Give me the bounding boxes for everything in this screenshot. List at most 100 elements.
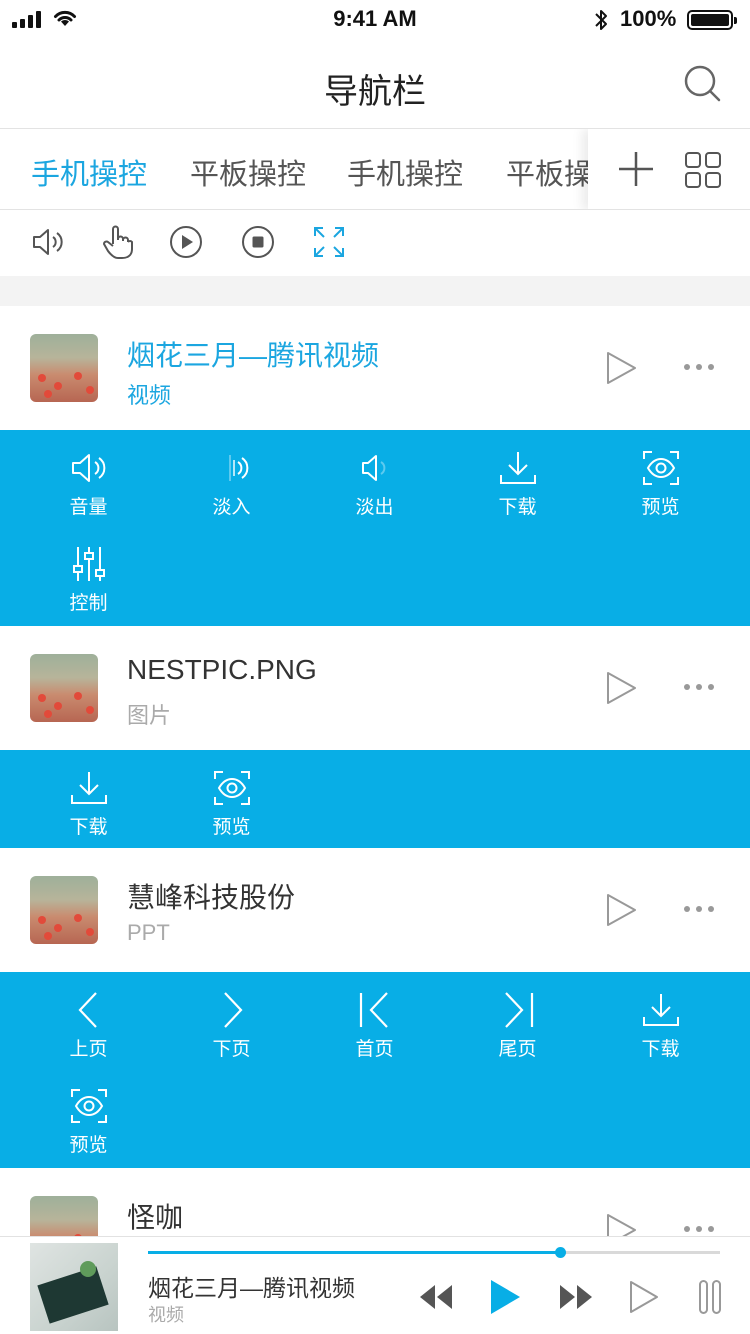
- player-title: 烟花三月—腾讯视频: [148, 1275, 355, 1301]
- sliders-icon: [72, 547, 105, 581]
- last-page-button[interactable]: 尾页: [446, 990, 589, 1061]
- action-panel: 下载 预览: [0, 750, 750, 848]
- next-page-button[interactable]: 下页: [160, 990, 303, 1061]
- volume-button[interactable]: 音量: [17, 448, 160, 519]
- thumbnail-image: [30, 654, 98, 722]
- item-title: NESTPIC.PNG: [127, 654, 317, 685]
- more-icon[interactable]: [684, 364, 714, 370]
- rewind-icon[interactable]: [418, 1282, 454, 1312]
- list-item[interactable]: NESTPIC.PNG 图片: [0, 626, 750, 750]
- action-label: 首页: [355, 1039, 394, 1060]
- item-subtitle: PPT: [127, 920, 170, 945]
- fast-forward-icon[interactable]: [558, 1282, 594, 1312]
- first-page-icon: [359, 992, 388, 1028]
- item-title: 慧峰科技股份: [127, 882, 296, 913]
- preview-eye-icon: [642, 451, 679, 485]
- download-icon: [70, 772, 107, 804]
- bluetooth-icon: [595, 10, 607, 30]
- battery-icon: [687, 10, 737, 30]
- last-page-icon: [504, 992, 533, 1028]
- play-circle-icon[interactable]: [168, 224, 204, 260]
- more-icon[interactable]: [684, 906, 714, 912]
- section-divider: [0, 276, 750, 306]
- item-title: 怪咖: [127, 1202, 184, 1233]
- tab-bar: 手机操控 平板操控 手机操控 平板操控: [0, 129, 750, 210]
- action-label: 尾页: [498, 1039, 537, 1060]
- tab-tablet-control-2[interactable]: 平板操控: [506, 151, 590, 193]
- search-icon[interactable]: [683, 64, 723, 104]
- progress-bar[interactable]: [148, 1247, 720, 1258]
- navigation-bar: 导航栏: [0, 40, 750, 129]
- hand-pointer-icon[interactable]: [101, 224, 135, 260]
- download-button[interactable]: 下载: [17, 768, 160, 839]
- play-icon[interactable]: [604, 350, 638, 386]
- tab-tools: [588, 129, 750, 209]
- action-panel: 上页 下页 首页 尾页 下载 预览: [0, 972, 750, 1168]
- fade-out-icon: [361, 455, 385, 481]
- progress-fill: [148, 1251, 560, 1254]
- control-toolbar: [0, 210, 750, 276]
- volume-icon: [71, 454, 105, 482]
- first-page-button[interactable]: 首页: [303, 990, 446, 1061]
- download-icon: [642, 994, 679, 1026]
- action-label: 淡出: [355, 497, 394, 518]
- item-title: 烟花三月—腾讯视频: [127, 340, 380, 371]
- mini-player: 烟花三月—腾讯视频 视频: [0, 1236, 750, 1334]
- action-label: 预览: [69, 1135, 108, 1156]
- player-subtitle: 视频: [148, 1305, 184, 1325]
- status-bar: 9:41 AM 100%: [0, 0, 750, 40]
- action-label: 预览: [641, 497, 680, 518]
- player-thumbnail: [30, 1243, 118, 1331]
- action-label: 控制: [69, 593, 108, 614]
- action-label: 音量: [69, 497, 108, 518]
- progress-knob[interactable]: [554, 1247, 566, 1258]
- previous-page-button[interactable]: 上页: [17, 990, 160, 1061]
- grid-view-icon[interactable]: [684, 151, 722, 189]
- item-subtitle: 图片: [127, 703, 172, 728]
- preview-eye-icon: [70, 1089, 107, 1123]
- list-item[interactable]: 慧峰科技股份 PPT: [0, 848, 750, 972]
- fade-in-button[interactable]: 淡入: [160, 448, 303, 519]
- tab-strip: 手机操控 平板操控 手机操控 平板操控: [0, 129, 590, 209]
- more-icon[interactable]: [684, 1226, 714, 1232]
- tab-tablet-control[interactable]: 平板操控: [190, 151, 306, 193]
- item-subtitle: 视频: [127, 383, 172, 408]
- action-label: 下载: [641, 1039, 680, 1060]
- add-tab-icon[interactable]: [616, 149, 656, 189]
- thumbnail-image: [30, 334, 98, 402]
- control-button[interactable]: 控制: [17, 544, 160, 615]
- speaker-icon[interactable]: [30, 224, 66, 260]
- play-icon[interactable]: [604, 670, 638, 706]
- chevron-right-icon: [223, 992, 243, 1028]
- action-label: 上页: [69, 1039, 108, 1060]
- action-label: 下页: [212, 1039, 251, 1060]
- preview-button[interactable]: 预览: [160, 768, 303, 839]
- download-icon: [499, 452, 536, 484]
- action-panel: 音量 淡入 淡出 下载 预览 控制: [0, 430, 750, 626]
- pause-icon[interactable]: [698, 1279, 722, 1315]
- stop-circle-icon[interactable]: [240, 224, 276, 260]
- chevron-left-icon: [77, 992, 97, 1028]
- preview-button[interactable]: 预览: [17, 1086, 160, 1157]
- preview-button[interactable]: 预览: [589, 448, 732, 519]
- battery-percentage: 100%: [620, 6, 677, 31]
- preview-eye-icon: [213, 771, 250, 805]
- more-icon[interactable]: [684, 684, 714, 690]
- action-label: 下载: [69, 817, 108, 838]
- play-outline-icon[interactable]: [628, 1279, 660, 1315]
- page-title: 导航栏: [324, 73, 426, 111]
- download-button[interactable]: 下载: [589, 990, 732, 1061]
- thumbnail-image: [30, 876, 98, 944]
- play-icon[interactable]: [488, 1277, 522, 1317]
- action-label: 淡入: [212, 497, 251, 518]
- tab-phone-control-2[interactable]: 手机操控: [347, 151, 463, 193]
- fade-in-icon: [228, 455, 248, 481]
- action-label: 预览: [212, 817, 251, 838]
- fullscreen-icon[interactable]: [311, 224, 347, 260]
- download-button[interactable]: 下载: [446, 448, 589, 519]
- list-item[interactable]: 烟花三月—腾讯视频 视频: [0, 306, 750, 430]
- tab-phone-control[interactable]: 手机操控: [31, 151, 147, 193]
- play-icon[interactable]: [604, 892, 638, 928]
- action-label: 下载: [498, 497, 537, 518]
- fade-out-button[interactable]: 淡出: [303, 448, 446, 519]
